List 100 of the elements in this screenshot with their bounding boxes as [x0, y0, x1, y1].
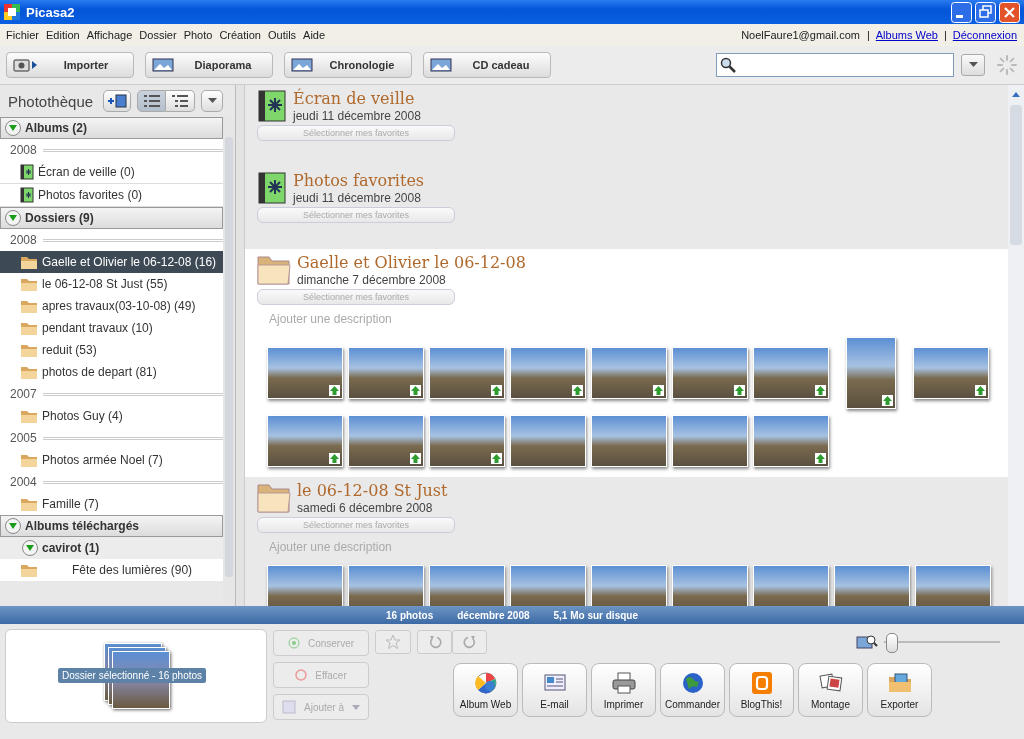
scrollbar[interactable]	[1008, 85, 1024, 606]
ring-icon	[295, 669, 308, 681]
menu-item[interactable]: Edition	[44, 29, 85, 41]
star-button[interactable]	[375, 630, 411, 654]
menu-item[interactable]: Fichier	[4, 29, 44, 41]
toolbar-button[interactable]: CD cadeau	[423, 52, 551, 78]
photo-thumbnail[interactable]	[348, 415, 424, 467]
folder-icon	[886, 670, 913, 695]
photo-thumbnail[interactable]	[591, 565, 667, 606]
folder-icon	[20, 298, 38, 314]
sidebar-item[interactable]: photos de depart (81)	[0, 361, 223, 383]
menu-item[interactable]: Photo	[181, 29, 218, 41]
folder-icon	[20, 276, 38, 292]
toolbar-button[interactable]: Chronologie	[284, 52, 412, 78]
minimize-button[interactable]	[951, 1, 972, 23]
menu-item[interactable]: Dossier	[137, 29, 182, 41]
action-button[interactable]: Exporter	[867, 663, 932, 717]
search-field[interactable]	[716, 53, 954, 77]
sidebar-item[interactable]: Famille (7)	[0, 493, 223, 515]
photo-thumbnail[interactable]	[591, 415, 667, 467]
sidebar-item[interactable]: le 06-12-08 St Just (55)	[0, 273, 223, 295]
photo-thumbnail[interactable]	[753, 347, 829, 399]
photo-thumbnail[interactable]	[510, 347, 586, 399]
status-text: 16 photos	[386, 609, 434, 621]
photo-thumbnail[interactable]	[267, 415, 343, 467]
photo-thumbnail[interactable]	[915, 565, 991, 606]
sidebar-item[interactable]: Écran de veille (0)	[0, 161, 223, 184]
section-title[interactable]: Photos favorites	[293, 171, 425, 191]
photo-thumbnail[interactable]	[429, 565, 505, 606]
description-field[interactable]: Ajouter une description	[267, 311, 491, 327]
user-header[interactable]: cavirot (1)	[0, 537, 223, 559]
sidebar-item[interactable]: Fête des lumières (90)	[0, 559, 223, 581]
picture-icon	[291, 58, 313, 72]
window-title: Picasa2	[26, 4, 75, 20]
view-toggle-button[interactable]	[137, 90, 167, 112]
description-field[interactable]: Ajouter une description	[267, 539, 491, 555]
folder-icon	[20, 408, 38, 424]
photo-thumbnail[interactable]	[348, 347, 424, 399]
add-album-button[interactable]	[103, 90, 132, 112]
photo-thumbnail[interactable]	[846, 337, 896, 409]
close-button[interactable]	[999, 1, 1020, 23]
section-date: jeudi 11 décembre 2008	[293, 109, 421, 123]
sidebar-item[interactable]: pendant travaux (10)	[0, 317, 223, 339]
photo-thumbnail[interactable]	[510, 415, 586, 467]
section-title[interactable]: Écran de veille	[293, 89, 421, 109]
rotate-right-icon	[462, 635, 477, 649]
sidebar-item[interactable]: reduit (53)	[0, 339, 223, 361]
menu-item[interactable]: Création	[217, 29, 266, 41]
photo-thumbnail[interactable]	[348, 565, 424, 606]
menu-item[interactable]: Outils	[265, 29, 302, 41]
zoom-slider[interactable]	[884, 632, 1000, 652]
library-title: Photothèque	[8, 92, 94, 110]
year-label: 2007	[10, 387, 37, 401]
separator-text: |	[865, 29, 871, 41]
account-link[interactable]: Déconnexion	[949, 29, 1020, 41]
sidebar-item[interactable]: Gaelle et Olivier le 06-12-08 (16)	[0, 251, 223, 273]
group-header[interactable]: Albums (2)	[0, 117, 223, 139]
status-text: décembre 2008	[457, 609, 530, 621]
photo-thumbnail[interactable]	[672, 415, 748, 467]
photo-thumbnail[interactable]	[753, 415, 829, 467]
photo-thumbnail[interactable]	[429, 347, 505, 399]
slider-thumb[interactable]	[886, 633, 899, 653]
photo-thumbnail[interactable]	[429, 415, 505, 467]
action-button[interactable]: Album Web	[453, 663, 518, 717]
sidebar-item[interactable]: Photos armée Noel (7)	[0, 449, 223, 471]
group-header[interactable]: Dossiers (9)	[0, 207, 223, 229]
action-button[interactable]: Commander	[660, 663, 725, 717]
account-link[interactable]: Albums Web	[872, 29, 941, 41]
group-header[interactable]: Albums téléchargés	[0, 515, 223, 537]
action-button[interactable]: Imprimer	[591, 663, 656, 717]
upload-arrow-icon	[734, 385, 745, 396]
tree-list-icon	[172, 95, 189, 107]
photo-thumbnail[interactable]	[913, 347, 989, 399]
search-icon	[720, 57, 736, 73]
photo-thumbnail[interactable]	[510, 565, 586, 606]
menu-dropdown-button[interactable]	[201, 90, 224, 112]
photo-thumbnail[interactable]	[672, 565, 748, 606]
maximize-button[interactable]	[975, 1, 996, 23]
section-title[interactable]: le 06-12-08 St Just	[297, 481, 448, 501]
camera-icon	[13, 58, 39, 72]
photo-thumbnail[interactable]	[591, 347, 667, 399]
photo-thumbnail[interactable]	[753, 565, 829, 606]
photo-thumbnail[interactable]	[672, 347, 748, 399]
toolbar-button[interactable]: Diaporama	[145, 52, 273, 78]
menu-item[interactable]: Aide	[301, 29, 331, 41]
action-button[interactable]: E-mail	[522, 663, 587, 717]
sidebar-item[interactable]: apres travaux(03-10-08) (49)	[0, 295, 223, 317]
search-options-button[interactable]	[961, 54, 985, 76]
view-toggle-button[interactable]	[166, 90, 196, 112]
action-button[interactable]: Montage	[798, 663, 863, 717]
menu-item[interactable]: Affichage	[84, 29, 138, 41]
sidebar-item[interactable]: Photos Guy (4)	[0, 405, 223, 427]
photo-thumbnail[interactable]	[267, 565, 343, 606]
photo-thumbnail[interactable]	[267, 347, 343, 399]
action-button[interactable]: BlogThis!	[729, 663, 794, 717]
upload-arrow-icon	[975, 385, 986, 396]
toolbar-button[interactable]: Importer	[6, 52, 134, 78]
sidebar-item[interactable]: Photos favorites (0)	[0, 184, 223, 207]
photo-thumbnail[interactable]	[834, 565, 910, 606]
section-title[interactable]: Gaelle et Olivier le 06-12-08	[297, 253, 526, 273]
